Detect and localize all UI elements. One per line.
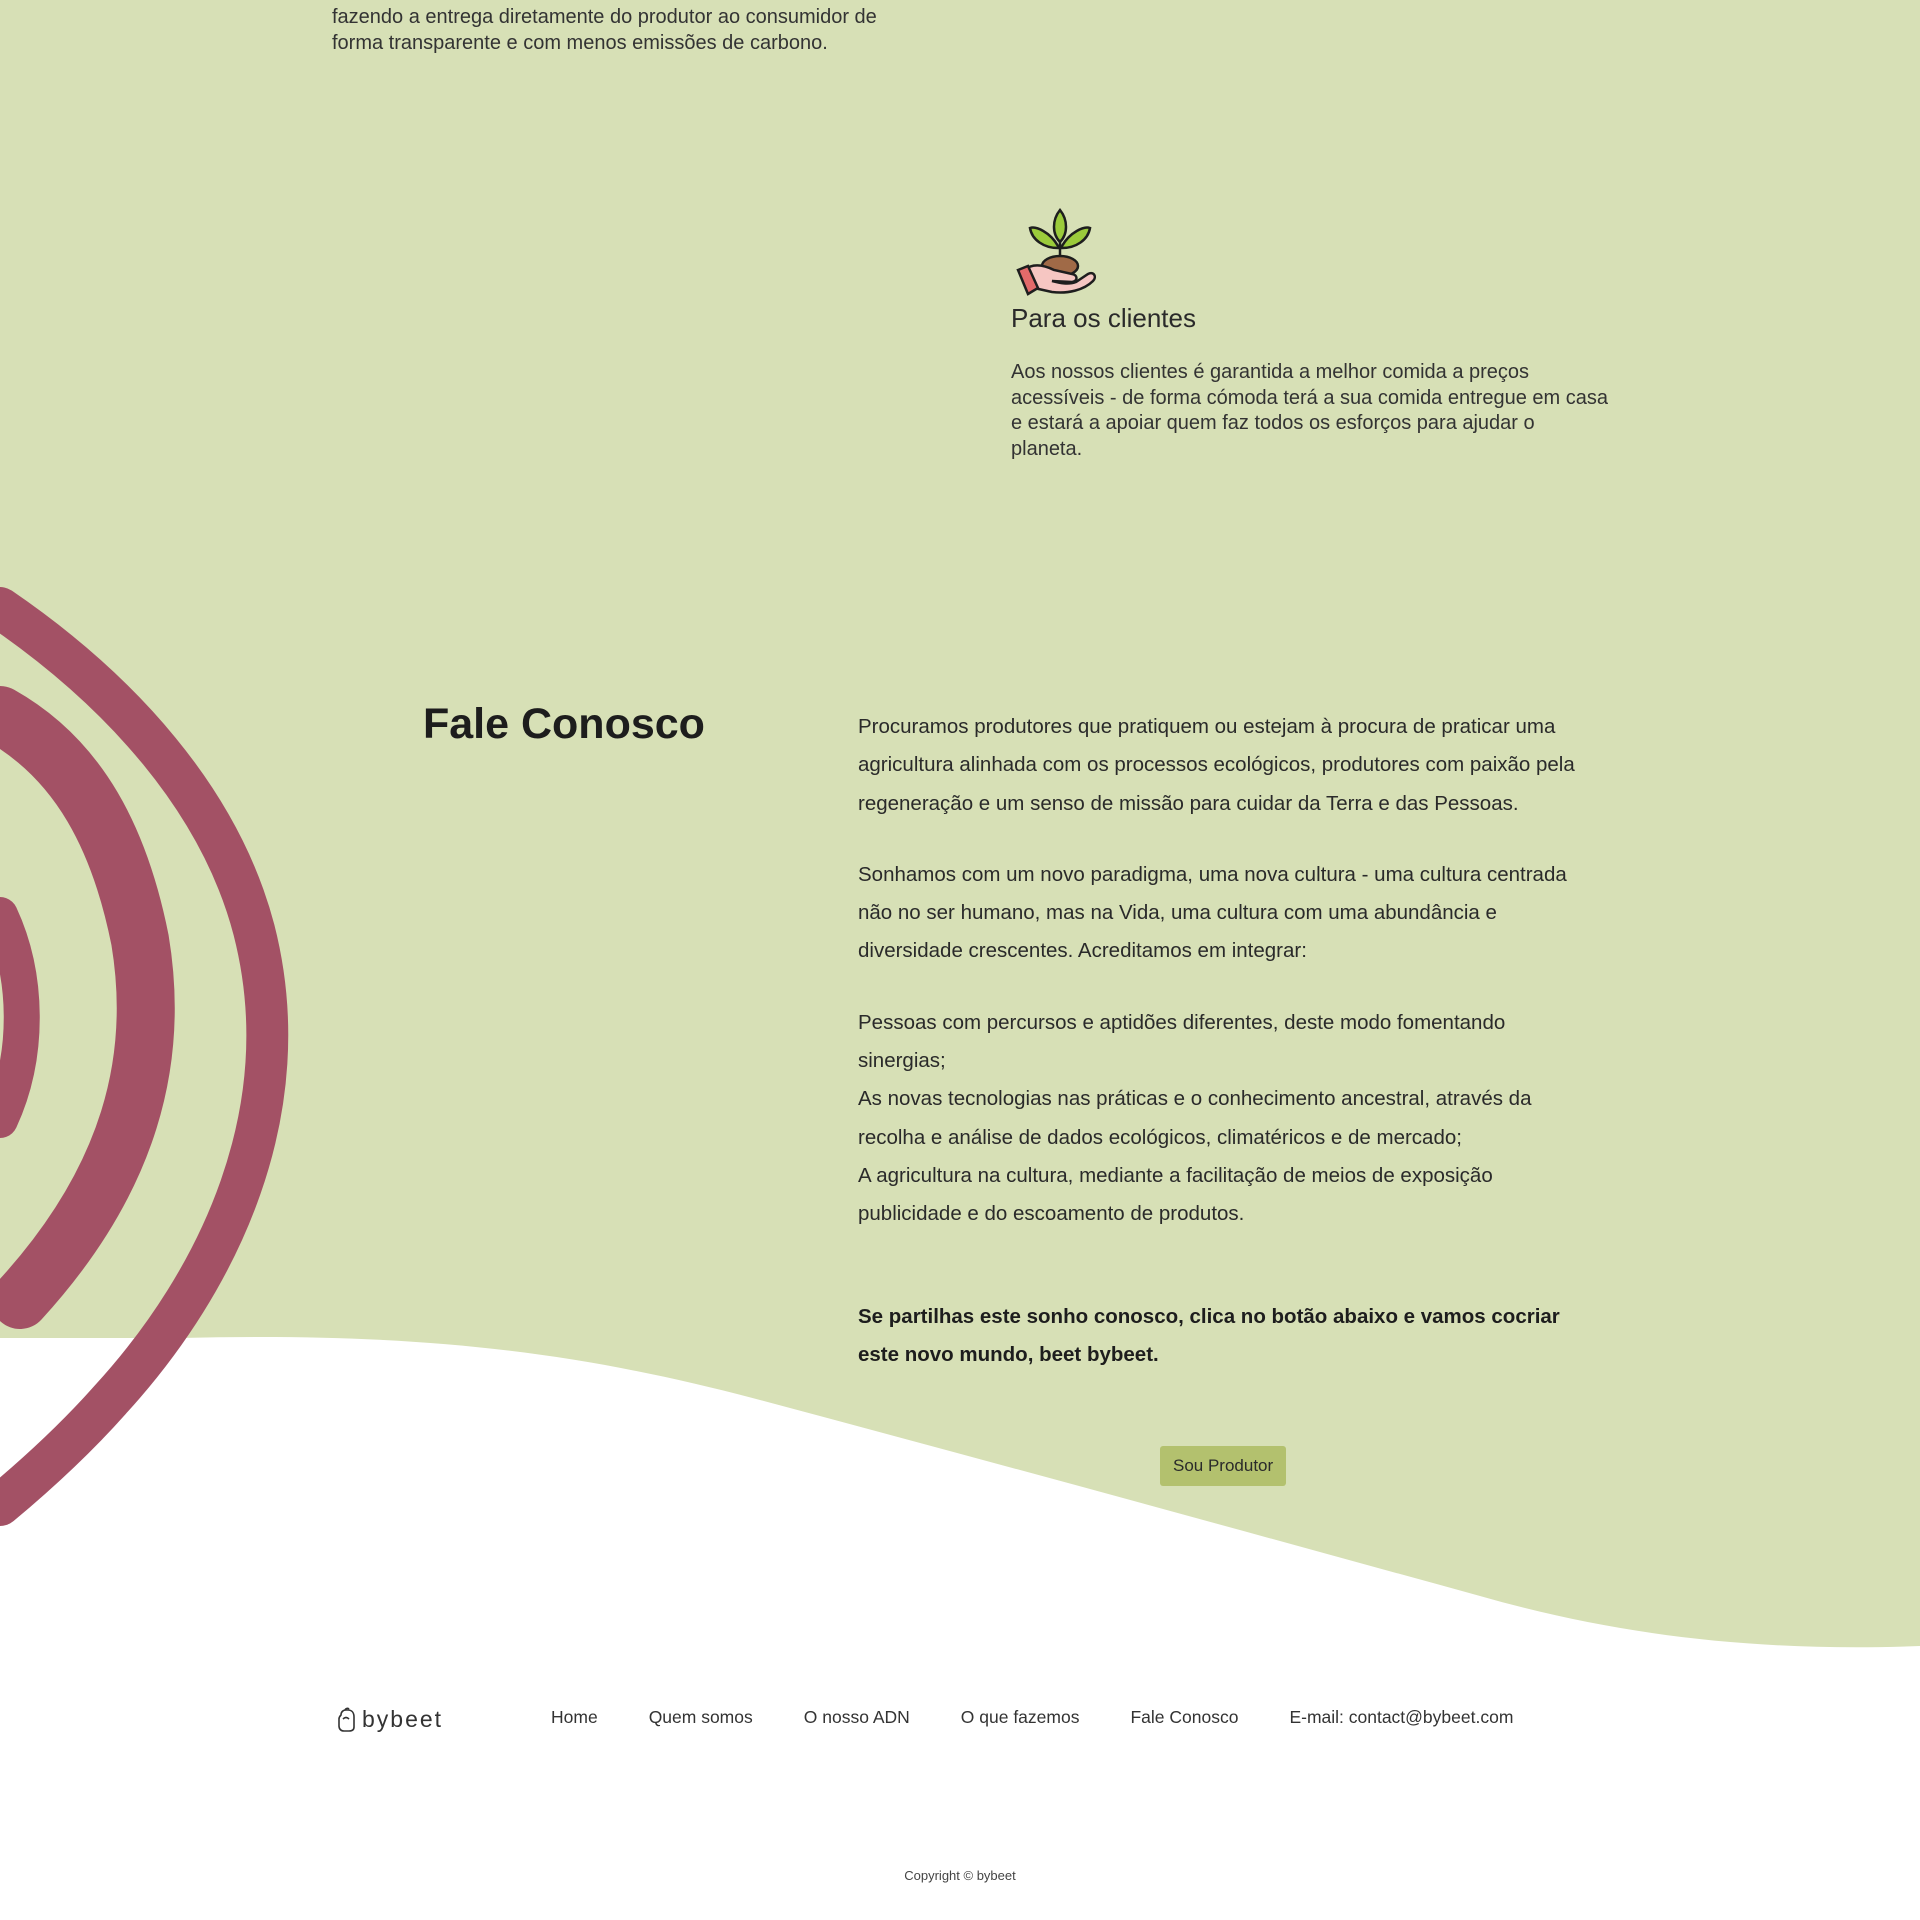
clients-title: Para os clientes <box>1011 303 1196 333</box>
footer-link-o-nosso-adn[interactable]: O nosso ADN <box>804 1707 910 1728</box>
contact-section-title: Fale Conosco <box>423 700 705 748</box>
sou-produtor-button[interactable]: Sou Produtor <box>1160 1446 1287 1486</box>
contact-paragraph: Sonhamos com um novo paradigma, uma nova… <box>858 862 1567 963</box>
footer-email-link[interactable]: E-mail: contact@bybeet.com <box>1289 1707 1513 1728</box>
footer-logo[interactable]: bybeet <box>336 1706 443 1733</box>
intro-line: forma transparente e com menos emissões … <box>332 32 828 54</box>
footer-link-o-que-fazemos[interactable]: O que fazemos <box>961 1707 1080 1728</box>
list-item: As novas tecnologias nas práticas e o co… <box>858 1087 1532 1149</box>
call-to-action-text: Se partilhas este sonho conosco, clica n… <box>858 1304 1560 1366</box>
intro-text: fazendo a entrega diretamente do produto… <box>332 4 952 56</box>
copyright-text: Copyright © bybeet <box>904 1868 1016 1883</box>
clients-description: Aos nossos clientes é garantida a melhor… <box>1011 361 1608 460</box>
logo-text: bybeet <box>362 1706 444 1732</box>
footer-link-fale-conosco[interactable]: Fale Conosco <box>1130 1707 1238 1728</box>
beet-logo-icon <box>338 1707 355 1732</box>
footer-nav: Home Quem somos O nosso ADN O que fazemo… <box>551 1707 1513 1728</box>
contact-paragraph: Procuramos produtores que pratiquem ou e… <box>858 715 1575 815</box>
list-item: A agricultura na cultura, mediante a fac… <box>858 1163 1493 1226</box>
contact-section-text: Procuramos produtores que pratiquem ou e… <box>858 708 1598 1407</box>
list-item: Pessoas com percursos e aptidões diferen… <box>858 1010 1506 1073</box>
footer-link-quem-somos[interactable]: Quem somos <box>649 1707 753 1728</box>
intro-line: fazendo a entrega diretamente do produto… <box>332 6 877 28</box>
footer-link-home[interactable]: Home <box>551 1707 598 1728</box>
hand-with-sprout-icon <box>1016 207 1096 296</box>
